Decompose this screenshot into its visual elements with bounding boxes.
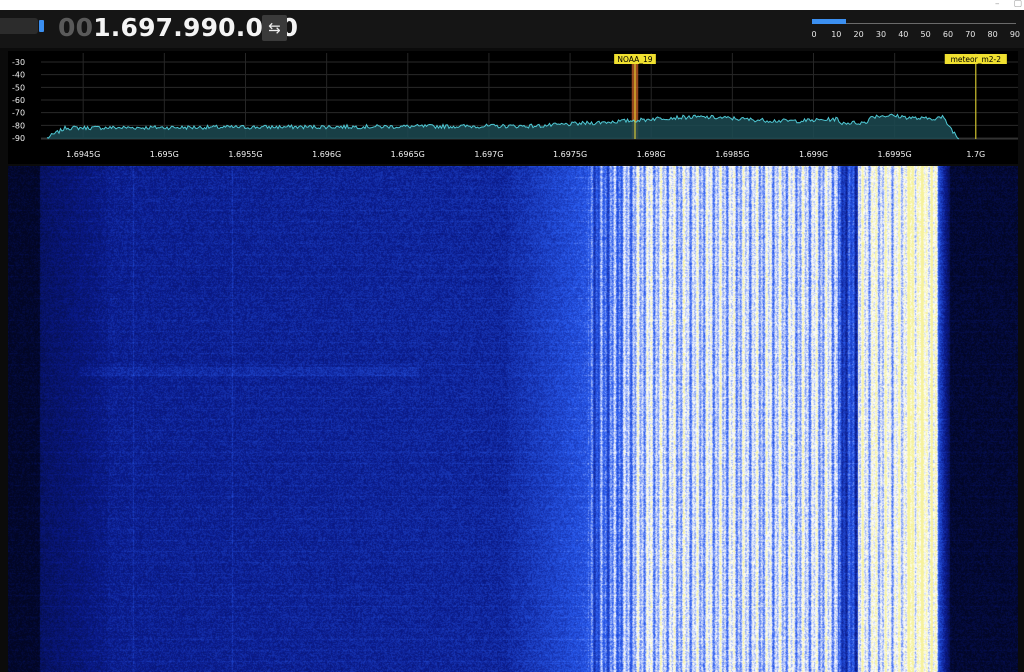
volume-tick-label: 30 <box>875 30 887 39</box>
window-controls: – ▢ <box>995 0 1022 10</box>
spectrum-background <box>8 51 1018 164</box>
menu-accent-indicator <box>39 20 44 32</box>
spectrum-frequency-label: 1.6975G <box>553 150 587 159</box>
volume-tick-label: 0 <box>811 30 817 39</box>
volume-fill <box>812 19 846 24</box>
waterfall-panel[interactable] <box>8 166 1018 672</box>
volume-tick-label: 40 <box>898 30 909 39</box>
volume-slider[interactable]: 0 10 20 30 40 50 60 70 80 90 <box>811 15 1021 45</box>
spectrum-db-label: -70 <box>12 109 25 118</box>
volume-tick-label: 60 <box>942 30 954 39</box>
spectrum-frequency-label: 1.7G <box>966 150 985 159</box>
waterfall-canvas[interactable] <box>8 166 1018 672</box>
frequency-leading-zeros: 00 <box>58 13 94 42</box>
spectrum-frequency-label: 1.6995G <box>878 150 912 159</box>
window-title-bar: – ▢ <box>0 0 1024 10</box>
left-border <box>0 48 8 672</box>
spectrum-db-label: -80 <box>12 121 25 130</box>
right-border <box>1018 48 1024 672</box>
spectrum-grid <box>8 51 1018 164</box>
spectrum-frequency-label: 1.6945G <box>66 150 100 159</box>
swap-button[interactable]: ⇆ <box>262 15 287 41</box>
swap-icon: ⇆ <box>268 19 281 37</box>
spectrum-frequency-label: 1.697G <box>474 150 503 159</box>
volume-tick-label: 70 <box>965 30 976 39</box>
bookmark-label: NOAA_19 <box>617 55 652 64</box>
spectrum-frequency-label: 1.6985G <box>715 150 749 159</box>
volume-tick-label: 80 <box>987 30 998 39</box>
volume-tick-label: 50 <box>920 30 931 39</box>
spectrum-db-label: -30 <box>12 58 25 67</box>
spectrum-db-label: -60 <box>12 96 25 105</box>
volume-tick-label: 20 <box>853 30 864 39</box>
spectrum-plot[interactable]: -30 -40 -50 -60 -70 -80 -90 1.6945G 1.695G 1.695… <box>8 51 1018 164</box>
minimize-button[interactable]: – <box>995 0 1000 9</box>
volume-tick-label: 90 <box>1009 30 1021 39</box>
spectrum-db-labels: -30 -40 -50 -60 -70 -80 -90 <box>12 58 25 143</box>
spectrum-frequency-label: 1.696G <box>312 150 341 159</box>
spectrum-frequency-label: 1.6965G <box>391 150 425 159</box>
spectrum-frequency-label: 1.695G <box>150 150 179 159</box>
spectrum-frequency-label: 1.6955G <box>228 150 262 159</box>
spectrum-frequency-label: 1.699G <box>799 150 828 159</box>
spectrum-frequency-label: 1.698G <box>637 150 666 159</box>
spectrum-db-label: -50 <box>12 83 25 92</box>
bookmark-label: meteor_m2-2 <box>951 55 1002 64</box>
maximize-button[interactable]: ▢ <box>1013 0 1022 9</box>
spectrum-db-label: -90 <box>12 134 25 143</box>
spectrum-db-label: -40 <box>12 71 25 80</box>
menu-button[interactable] <box>0 18 38 34</box>
volume-tick-label: 10 <box>831 30 842 39</box>
